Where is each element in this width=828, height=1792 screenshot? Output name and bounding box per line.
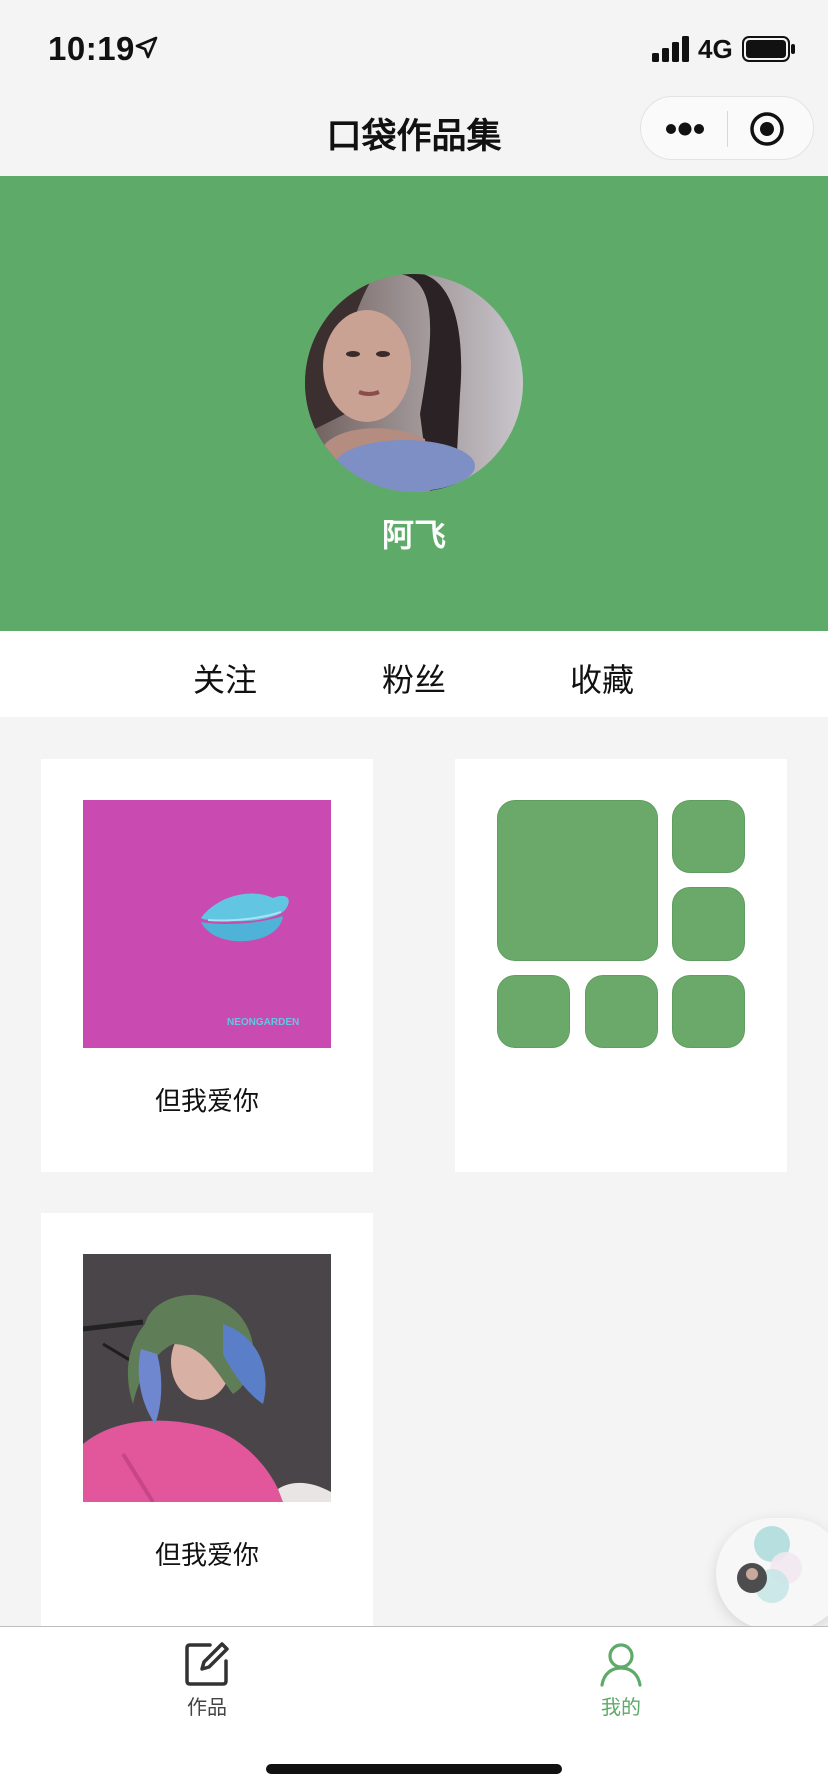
grid-tile — [497, 975, 570, 1048]
battery-icon — [742, 36, 795, 62]
placeholder-grid-icon — [497, 800, 745, 1048]
grid-tile — [497, 800, 658, 961]
user-icon — [600, 1643, 642, 1687]
tab-following[interactable]: 关注 — [165, 655, 285, 701]
floating-bubble[interactable] — [716, 1518, 828, 1630]
edit-icon — [185, 1642, 229, 1686]
home-indicator — [266, 1764, 562, 1774]
signal-icon — [652, 36, 689, 62]
tabbar-label: 我的 — [601, 1695, 641, 1719]
work-card[interactable]: 但我爱你 — [41, 1213, 373, 1626]
network-label: 4G — [698, 34, 733, 64]
grid-tile — [585, 975, 658, 1048]
tabbar-label: 作品 — [187, 1695, 227, 1719]
work-cover — [83, 1254, 331, 1502]
tabbar-works[interactable]: 作品 — [147, 1641, 267, 1720]
location-arrow-icon — [135, 36, 158, 59]
mini-program-capsule — [640, 96, 814, 160]
status-bar: 10:19 4G — [0, 0, 828, 92]
tab-favorites[interactable]: 收藏 — [542, 655, 662, 701]
nav-bar: 口袋作品集 — [0, 92, 828, 176]
work-card[interactable]: NEONGARDEN 但我爱你 — [41, 759, 373, 1172]
grid-tile — [672, 887, 745, 961]
status-time: 10:19 — [48, 30, 135, 67]
work-cover: NEONGARDEN — [83, 800, 331, 1048]
more-options-icon[interactable] — [663, 117, 707, 141]
tabbar-mine[interactable]: 我的 — [561, 1641, 681, 1720]
grid-tile — [672, 975, 745, 1048]
profile-header: 阿飞 — [0, 176, 828, 631]
cover-brand-text: NEONGARDEN — [227, 1017, 299, 1028]
capsule-divider — [727, 111, 728, 147]
username: 阿飞 — [381, 516, 446, 554]
tab-followers[interactable]: 粉丝 — [354, 655, 474, 701]
profile-tabs: 关注 粉丝 收藏 — [0, 631, 828, 717]
close-mini-program-icon[interactable] — [749, 111, 785, 147]
avatar[interactable] — [305, 274, 523, 492]
work-card[interactable] — [455, 759, 787, 1172]
grid-tile — [672, 800, 745, 873]
work-title: 但我爱你 — [154, 1541, 259, 1571]
work-title: 但我爱你 — [154, 1087, 259, 1117]
